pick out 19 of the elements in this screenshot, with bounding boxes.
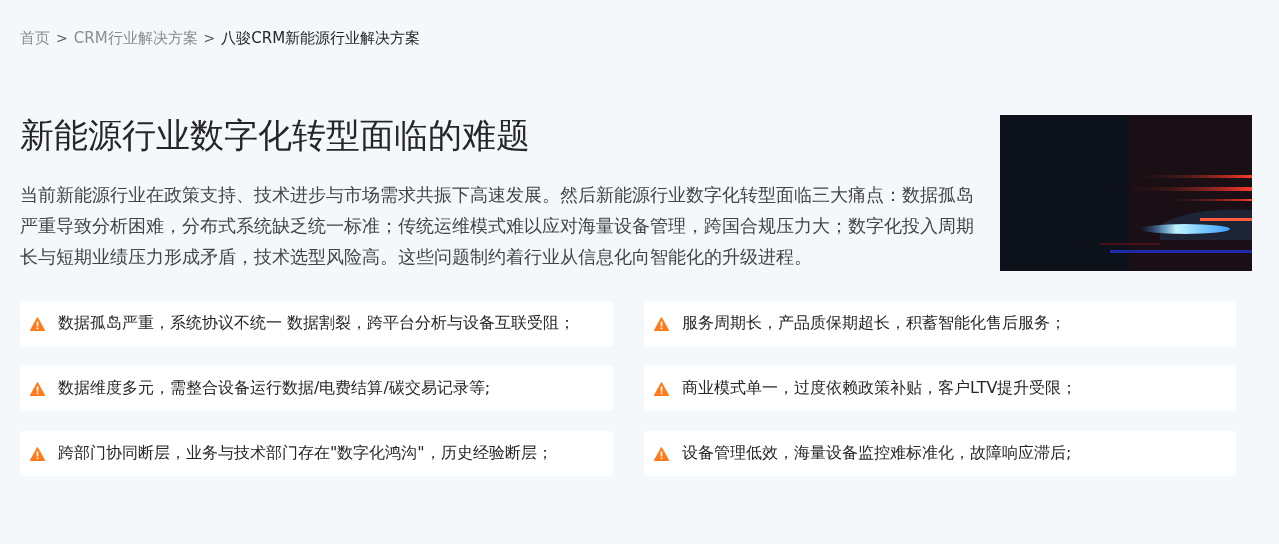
pain-point-text: 服务周期长，产品质保期超长，积蓄智能化售后服务； bbox=[682, 313, 1066, 334]
warning-icon bbox=[30, 446, 45, 461]
pain-point-text: 数据孤岛严重，系统协议不统一 数据割裂，跨平台分析与设备互联受阻； bbox=[58, 313, 576, 334]
pain-point-text: 数据维度多元，需整合设备运行数据/电费结算/碳交易记录等; bbox=[58, 378, 491, 399]
pain-point-text: 跨部门协同断层，业务与技术部门存在"数字化鸿沟"，历史经验断层； bbox=[58, 443, 553, 464]
warning-icon bbox=[30, 381, 45, 396]
breadcrumb-separator: > bbox=[56, 30, 68, 46]
warning-icon bbox=[654, 381, 669, 396]
warning-icon bbox=[30, 316, 45, 331]
pain-point-text: 商业模式单一，过度依赖政策补贴，客户LTV提升受限； bbox=[682, 378, 1078, 399]
breadcrumb-link[interactable]: 首页 bbox=[20, 28, 50, 48]
breadcrumb-current: 八骏CRM新能源行业解决方案 bbox=[221, 28, 421, 48]
breadcrumb-link[interactable]: CRM行业解决方案 bbox=[73, 28, 198, 48]
breadcrumb-separator: > bbox=[203, 30, 216, 46]
warning-icon bbox=[654, 316, 669, 331]
warning-icon bbox=[654, 446, 669, 461]
pain-point-text: 设备管理低效，海量设备监控难标准化，故障响应滞后; bbox=[682, 443, 1072, 464]
section-description: 当前新能源行业在政策支持、技术进步与市场需求共振下高速发展。然后新能源行业数字化转型面临三大痛点：数据孤岛严重导致分析困难，分布式系统缺乏统一标准；传统运维模式难以应对海量设备管理，跨国合规压力大；数字化投入周期长与短期业绩压力形成矛盾，技术选型风险高。这些问题制约着行业从信息化向智能化的升级进程。 bbox=[20, 184, 975, 269]
section-title: 新能源行业数字化转型面临的难题 bbox=[20, 114, 531, 157]
